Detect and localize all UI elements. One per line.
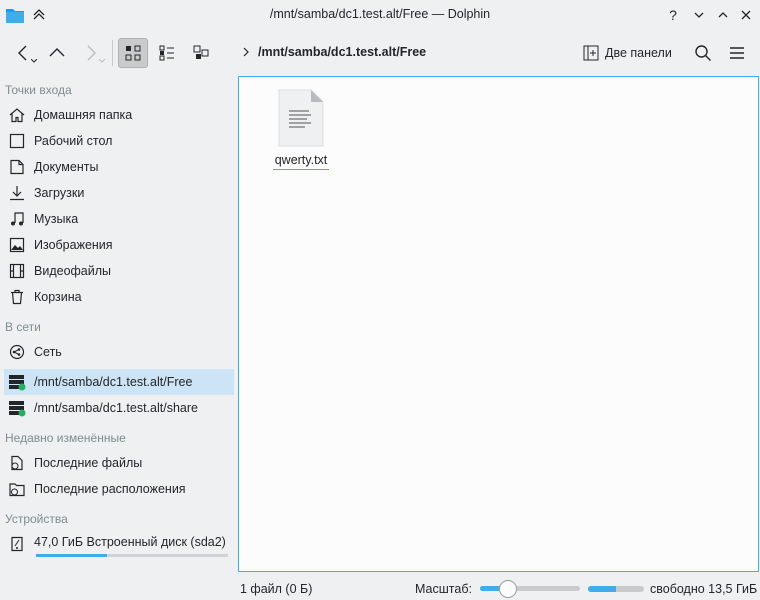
icons-view-button[interactable] [118,38,148,68]
split-view-icon [583,45,599,61]
title-bar: /mnt/samba/dc1.test.alt/Free — Dolphin ? [0,0,760,30]
breadcrumb-path[interactable]: /mnt/samba/dc1.test.alt/Free [258,45,426,59]
section-title-places: Точки входа [5,83,72,97]
hamburger-menu-icon [730,47,744,59]
view-compact-icon [159,45,174,61]
menu-button[interactable] [722,38,752,68]
up-button[interactable] [42,38,72,68]
place-documents[interactable]: Документы [4,154,234,180]
documents-icon [8,158,26,176]
place-label: /mnt/samba/dc1.test.alt/share [34,401,198,415]
space-usage-fill [588,586,616,592]
view-icons-icon [125,45,141,61]
place-network[interactable]: Сеть [4,339,234,365]
disk-usage-fill [36,554,108,557]
disk-usage-bar [36,554,228,557]
help-icon[interactable]: ? [664,6,682,24]
window-title: /mnt/samba/dc1.test.alt/Free — Dolphin [269,7,491,21]
forward-button[interactable] [76,38,106,68]
place-home[interactable]: Домашняя папка [4,102,234,128]
zoom-slider-handle[interactable] [499,580,517,598]
file-name[interactable]: qwerty.txt [272,153,330,170]
compact-view-button[interactable] [152,38,182,68]
view-details-icon [193,45,209,59]
toolbar: /mnt/samba/dc1.test.alt/Free Две панели [0,30,760,76]
free-space-text[interactable]: свободно 13,5 ГиБ [650,582,757,596]
place-recent-files[interactable]: Последние файлы [4,450,234,476]
chevron-right-icon [243,47,249,57]
section-title-recent: Недавно изменённые [5,431,126,445]
search-icon [695,45,711,61]
place-recent-locations[interactable]: Последние расположения [4,476,234,502]
place-samba-share[interactable]: /mnt/samba/dc1.test.alt/share [4,395,234,421]
place-label: Изображения [34,238,113,252]
close-icon[interactable] [737,6,755,24]
place-label: /mnt/samba/dc1.test.alt/Free [34,375,193,389]
back-button[interactable] [8,38,38,68]
place-label: 47,0 ГиБ Встроенный диск (sda2) [34,535,226,549]
up-icon [49,48,65,57]
place-music[interactable]: Музыка [4,206,234,232]
places-panel: Точки входа Домашняя папка Рабочий стол … [0,76,238,576]
minimize-icon[interactable] [690,6,708,24]
text-file-icon [278,89,324,147]
file-item[interactable]: qwerty.txt [269,89,333,170]
section-title-devices: Устройства [5,512,68,526]
recent-files-icon [8,454,26,472]
forward-icon [87,45,96,61]
pictures-icon [8,236,26,254]
file-view[interactable]: qwerty.txt [238,76,759,572]
video-icon [8,262,26,280]
network-share-icon [8,399,26,417]
place-label: Видеофайлы [34,264,112,278]
place-label: Загрузки [34,186,85,200]
place-label: Документы [34,160,99,174]
details-view-button[interactable] [186,38,216,68]
place-label: Корзина [34,290,82,304]
place-label: Последние расположения [34,482,186,496]
place-videos[interactable]: Видеофайлы [4,258,234,284]
place-samba-free[interactable]: /mnt/samba/dc1.test.alt/Free [4,369,234,395]
place-harddisk[interactable]: 47,0 ГиБ Встроенный диск (sda2) [4,530,234,560]
recent-locations-icon [8,480,26,498]
search-button[interactable] [688,38,718,68]
section-title-network: В сети [5,320,41,334]
network-share-icon [8,373,26,391]
place-label: Сеть [34,345,62,359]
breadcrumb[interactable]: /mnt/samba/dc1.test.alt/Free [242,45,426,59]
back-icon [18,45,27,61]
zoom-label: Масштаб: [415,582,472,596]
place-pictures[interactable]: Изображения [4,232,234,258]
chevron-down-icon [99,59,105,63]
status-bar: 1 файл (0 Б) Масштаб: свободно 13,5 ГиБ [0,576,760,600]
place-downloads[interactable]: Загрузки [4,180,234,206]
place-label: Домашняя папка [34,108,133,122]
status-summary: 1 файл (0 Б) [240,582,313,596]
place-trash[interactable]: Корзина [4,284,234,310]
place-desktop[interactable]: Рабочий стол [4,128,234,154]
network-icon [8,343,26,361]
split-view-button[interactable]: Две панели [583,38,672,68]
place-label: Рабочий стол [34,134,113,148]
trash-icon [8,288,26,306]
chevron-down-icon [31,59,37,63]
place-label: Последние файлы [34,456,143,470]
zoom-slider[interactable] [480,580,580,598]
home-icon [8,106,26,124]
desktop-icon [8,132,26,150]
music-icon [8,210,26,228]
space-usage-bar[interactable] [588,586,644,592]
place-label: Музыка [34,212,79,226]
split-view-label: Две панели [605,46,672,60]
toolbar-separator [112,40,113,66]
maximize-icon[interactable] [714,6,732,24]
harddisk-icon [8,535,26,553]
download-icon [8,184,26,202]
